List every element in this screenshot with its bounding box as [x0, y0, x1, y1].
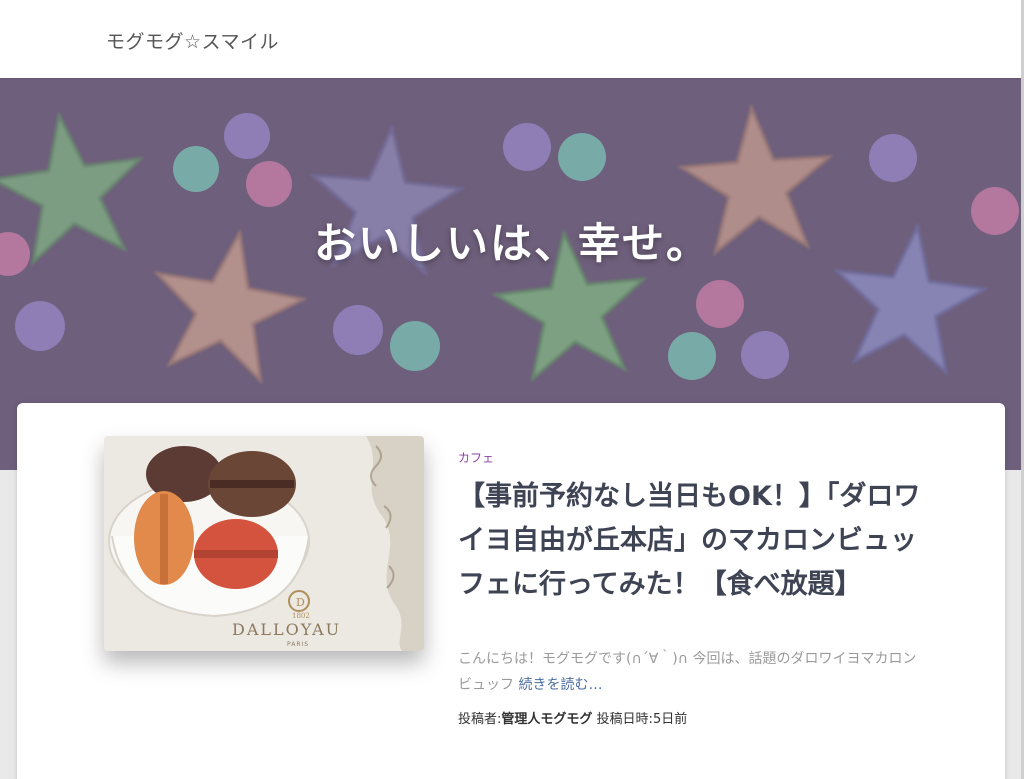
post-title[interactable]: 【事前予約なし当日もOK！】「ダロワイヨ自由が丘本店」のマカロンビュッフェに行っ… [458, 475, 928, 607]
post-category-link[interactable]: カフェ [458, 449, 494, 466]
thumbnail-brand: DALLOYAU [232, 620, 341, 639]
thumbnail-city: PARIS [287, 641, 309, 648]
site-title-link[interactable]: モグモグ☆スマイル [106, 27, 279, 54]
read-more-link[interactable]: 続きを読む… [518, 677, 602, 693]
thumbnail-year: 1802 [292, 612, 310, 620]
thumbnail-logo-letter: D [296, 596, 305, 609]
author-label: 投稿者: [458, 712, 502, 727]
post-excerpt: こんにちは！モグモグです(∩´∀｀)∩ 今回は、話題のダロワイヨマカロンビュッフ… [458, 646, 928, 698]
macaron-photo: D 1802 DALLOYAU PARIS [104, 436, 424, 651]
page: モグモグ☆スマイル おいしいは、幸せ。 D 1802 DALLOYAU PARI… [0, 0, 1024, 779]
author-link[interactable]: 管理人モグモグ [501, 712, 592, 727]
post-date: 5日前 [652, 712, 688, 727]
site-header: モグモグ☆スマイル [0, 0, 1024, 78]
post-thumbnail[interactable]: D 1802 DALLOYAU PARIS [104, 436, 424, 651]
post-card: D 1802 DALLOYAU PARIS カフェ 【事前予約なし当日もOK！】… [17, 403, 1005, 779]
post-meta: 投稿者:管理人モグモグ 投稿日時:5日前 [458, 708, 687, 727]
date-label: 投稿日時: [596, 712, 653, 727]
hero-tagline: おいしいは、幸せ。 [313, 219, 710, 268]
